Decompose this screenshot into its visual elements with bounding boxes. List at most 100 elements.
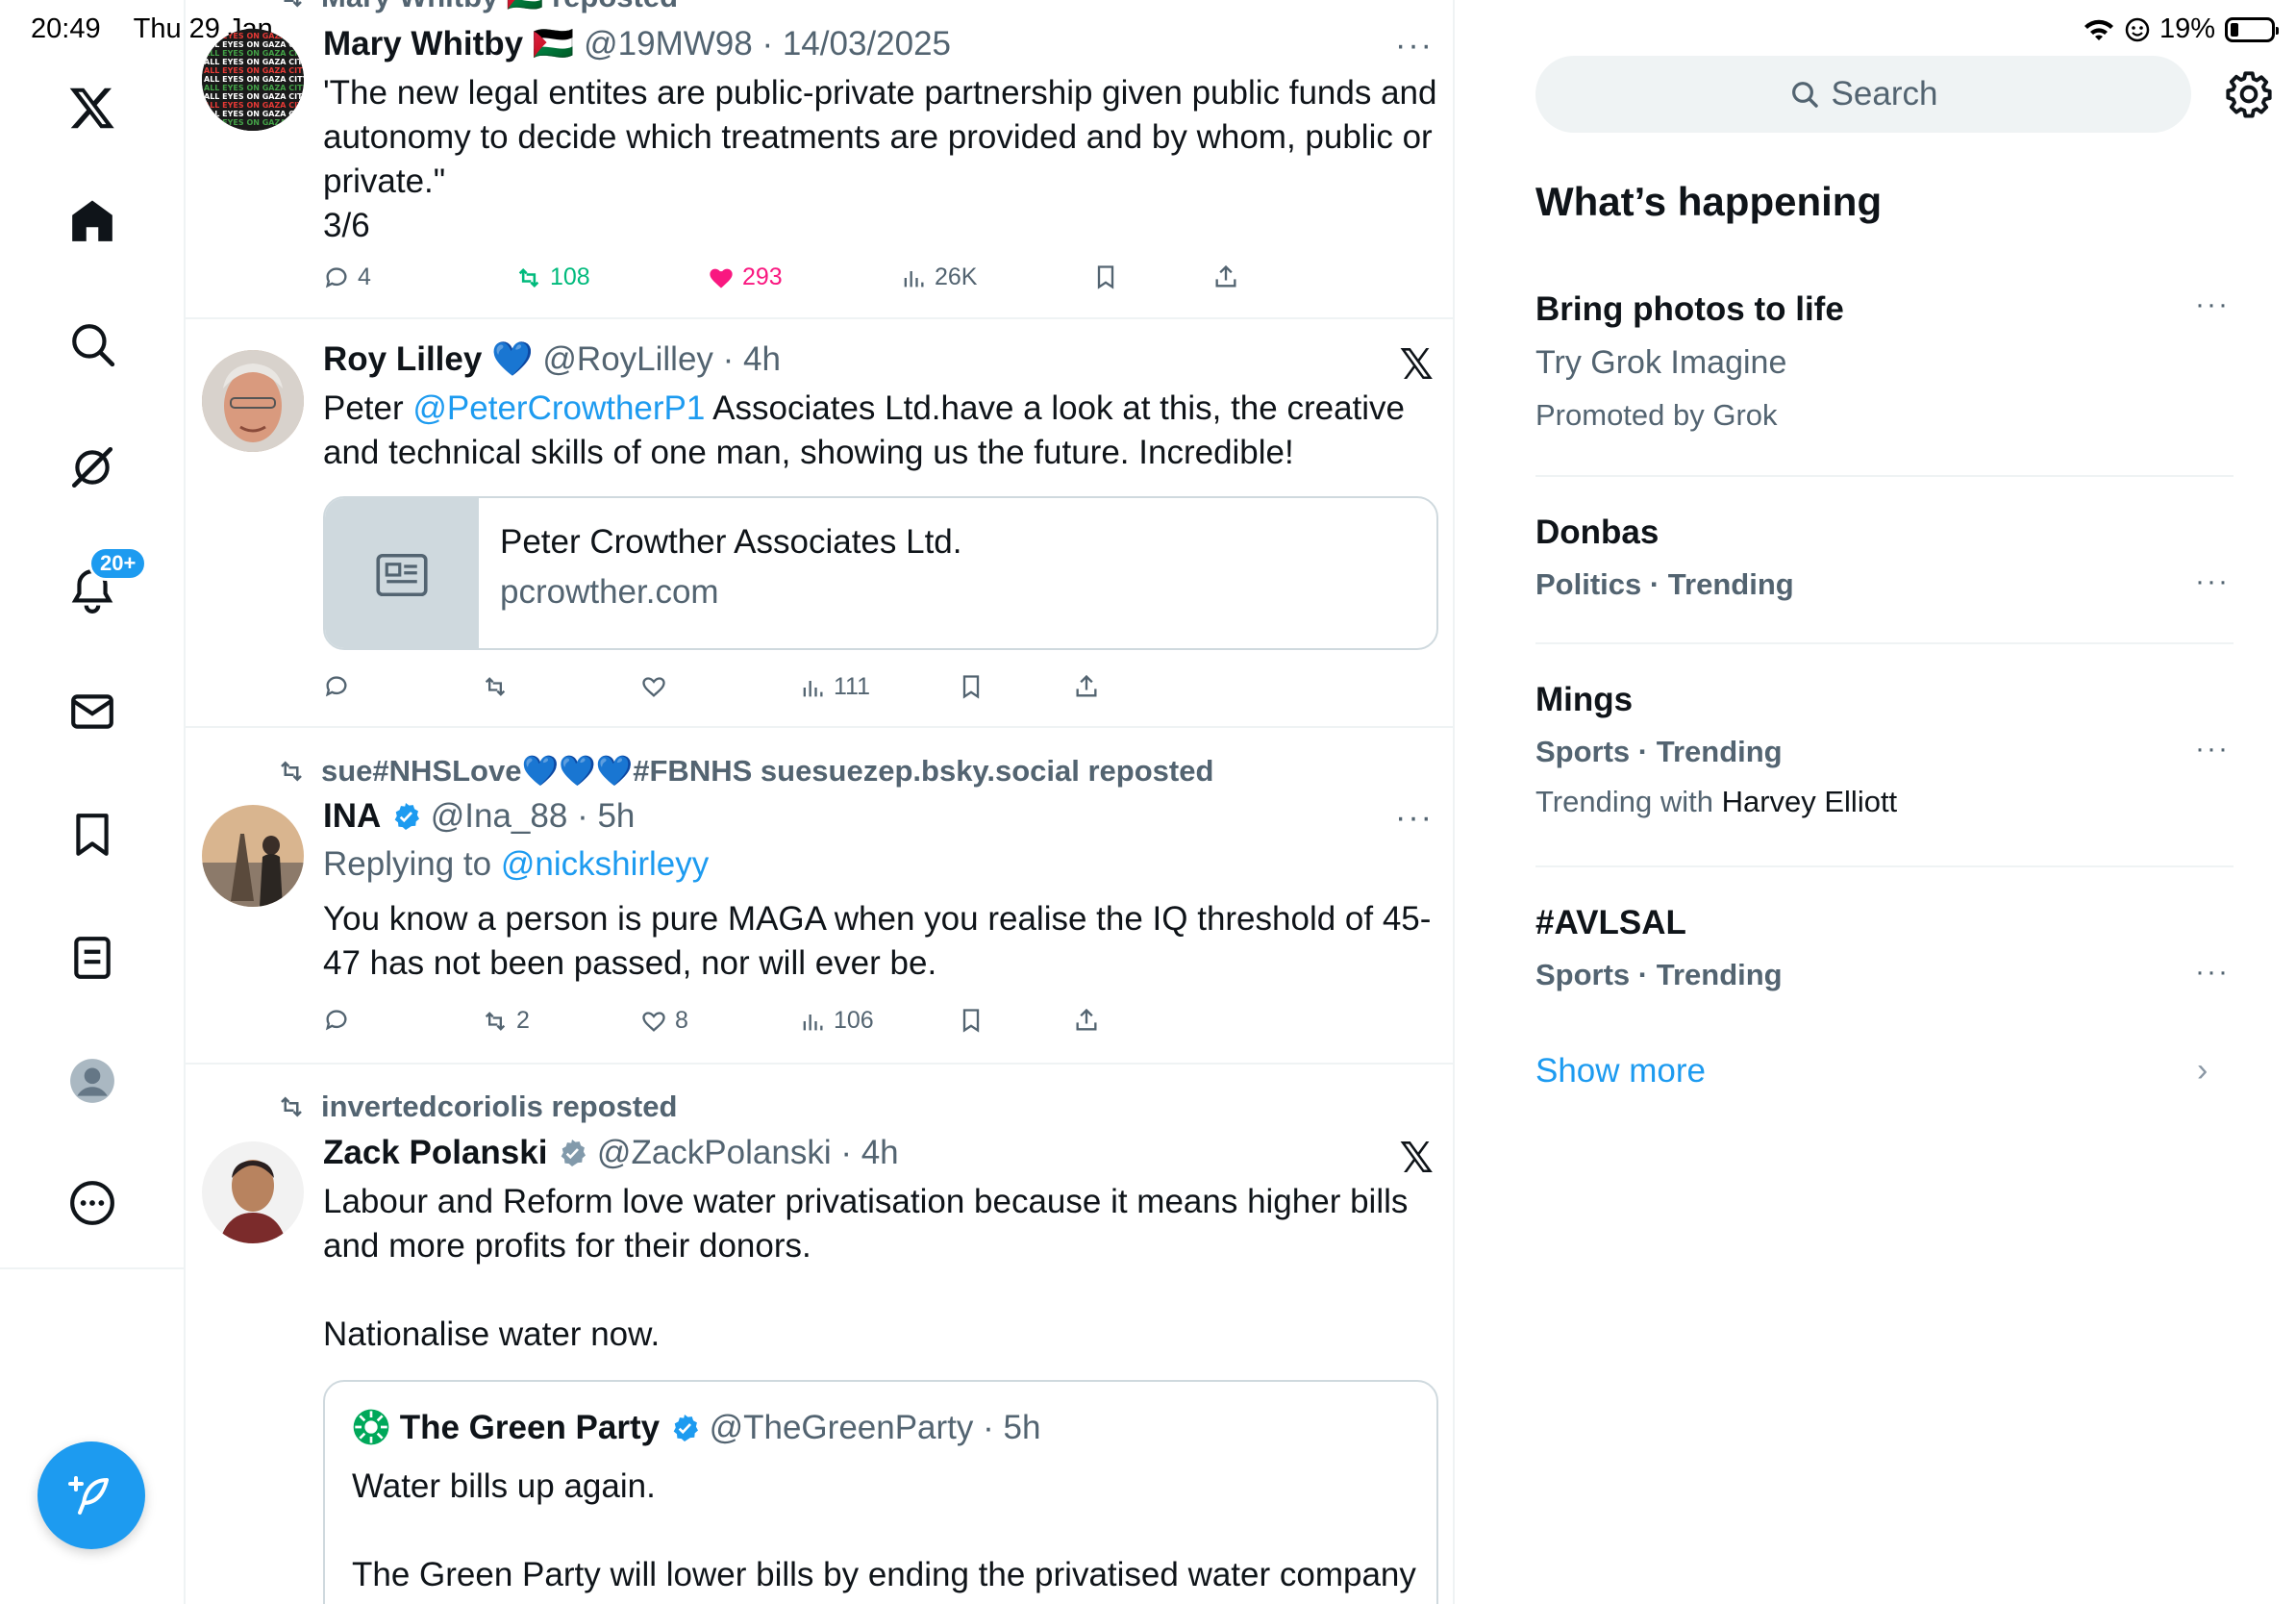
avatar[interactable] — [202, 1141, 304, 1243]
trend-item[interactable]: Bring photos to life Try Grok Imagine Pr… — [1535, 279, 2234, 477]
like-button[interactable] — [640, 673, 667, 700]
tweet-roy-lilley[interactable]: Roy Lilley 💙 @RoyLilley · 4h Peter @Pete… — [186, 319, 1453, 728]
x-logo-icon[interactable] — [54, 69, 131, 146]
author-name[interactable]: Roy Lilley — [323, 340, 482, 378]
repost-icon — [485, 677, 506, 696]
trend-more-button[interactable]: ··· — [2195, 565, 2230, 598]
quoted-tweet[interactable]: The Green Party @TheGreenParty · 5h Wate… — [323, 1380, 1438, 1604]
quoted-author-handle[interactable]: @TheGreenParty — [710, 1409, 974, 1446]
bookmark-button[interactable] — [958, 673, 985, 700]
bookmarks-icon[interactable] — [54, 796, 131, 873]
repost-icon — [281, 1096, 302, 1117]
share-button[interactable] — [1212, 263, 1239, 290]
like-button[interactable]: 293 — [708, 263, 783, 291]
reply-icon — [325, 266, 347, 288]
trend-more-button[interactable]: ··· — [2195, 956, 2230, 989]
bookmark-button[interactable] — [1092, 263, 1119, 290]
tweet-time[interactable]: 4h — [861, 1134, 899, 1171]
grok-icon[interactable] — [54, 429, 131, 506]
tweet-time[interactable]: 14/03/2025 — [783, 25, 951, 63]
messages-envelope-icon[interactable] — [54, 673, 131, 750]
timeline-feed[interactable]: Mary Whitby 🇵🇸 reposted ALL EYES ON GAZA… — [186, 0, 1455, 1604]
settings-gear-icon[interactable] — [2224, 69, 2274, 119]
like-button[interactable]: 8 — [640, 1007, 688, 1035]
trend-item[interactable]: Mings Sports · Trending Trending with Ha… — [1535, 644, 2234, 867]
mention-link[interactable]: @PeterCrowtherP1 — [412, 389, 705, 427]
author-handle[interactable]: @Ina_88 — [431, 797, 568, 835]
notifications-badge: 20+ — [88, 546, 148, 581]
green-party-logo-icon — [353, 1409, 389, 1445]
quoted-author-name[interactable]: The Green Party — [400, 1409, 660, 1446]
article-icon — [325, 498, 479, 648]
repost-button[interactable]: 108 — [515, 263, 590, 291]
trend-more-button[interactable]: ··· — [2195, 288, 2230, 321]
tweet-content: INA @Ina_88 · 5h Replying to @nickshirle… — [323, 795, 1437, 986]
trend-item[interactable]: Donbas Politics · Trending ··· — [1535, 477, 2234, 644]
link-preview-card[interactable]: Peter Crowther Associates Ltd. pcrowther… — [323, 496, 1438, 650]
author-name[interactable]: INA — [323, 797, 381, 835]
more-options-icon[interactable] — [54, 1165, 131, 1241]
profile-avatar-icon[interactable] — [54, 1042, 131, 1119]
tweet-text: You know a person is pure MAGA when you … — [323, 900, 1432, 982]
replying-to-link[interactable]: @nickshirleyy — [501, 845, 709, 883]
avatar-gaza-image: ALL EYES ON GAZA CITY ALL EYES ON GAZA CI… — [202, 29, 304, 131]
share-icon — [1076, 1008, 1097, 1031]
avatar[interactable] — [202, 805, 304, 907]
repost-button[interactable]: 2 — [482, 1007, 530, 1035]
avatar[interactable]: ALL EYES ON GAZA CITY ALL EYES ON GAZA CI… — [202, 29, 304, 131]
tweet-mary-whitby[interactable]: Mary Whitby 🇵🇸 reposted ALL EYES ON GAZA… — [186, 0, 1453, 319]
x-logo-icon: 𝕏 — [1399, 341, 1434, 388]
author-handle[interactable]: @ZackPolanski — [597, 1134, 832, 1171]
trend-item[interactable]: #AVLSAL Sports · Trending ··· — [1535, 867, 2234, 1021]
repost-header: sue#NHSLove💙💙💙#FBNHS suesuezep.bsky.soci… — [277, 753, 1213, 789]
chevron-right-icon[interactable]: › — [2197, 1052, 2208, 1090]
share-button[interactable] — [1073, 1007, 1100, 1034]
author-handle[interactable]: @19MW98 — [584, 25, 753, 63]
heart-icon — [642, 677, 665, 697]
verified-badge-icon — [394, 803, 420, 830]
share-icon — [1076, 674, 1097, 697]
compose-post-button[interactable] — [37, 1441, 145, 1549]
reply-button[interactable] — [323, 673, 350, 700]
repost-button[interactable] — [482, 673, 509, 700]
reply-button[interactable]: 4 — [323, 263, 371, 291]
views-button[interactable]: 111 — [799, 673, 870, 701]
show-more-link[interactable]: Show more — [1535, 1052, 1706, 1090]
search-input[interactable]: Search — [1535, 56, 2191, 133]
views-button[interactable]: 26K — [900, 263, 977, 291]
tweet-ina[interactable]: sue#NHSLove💙💙💙#FBNHS suesuezep.bsky.soci… — [186, 728, 1453, 1065]
notifications-bell-icon[interactable]: 20+ — [54, 546, 148, 629]
views-button[interactable]: 106 — [799, 1007, 874, 1035]
svg-text:ALL EYES ON GAZA CITY: ALL EYES ON GAZA CITY — [204, 101, 304, 110]
avatar[interactable] — [202, 350, 304, 452]
repost-header: Mary Whitby 🇵🇸 reposted — [277, 0, 678, 14]
author-handle[interactable]: @RoyLilley — [542, 340, 713, 378]
reply-button[interactable] — [323, 1007, 350, 1034]
nav-divider — [0, 1267, 186, 1269]
explore-search-icon[interactable] — [54, 306, 131, 383]
author-name[interactable]: Mary Whitby — [323, 25, 523, 63]
tweet-time[interactable]: 4h — [743, 340, 781, 378]
more-options-button[interactable]: ··· — [1395, 27, 1434, 64]
reply-icon — [325, 1010, 347, 1031]
author-name[interactable]: Zack Polanski — [323, 1134, 547, 1171]
home-icon[interactable] — [54, 183, 131, 260]
x-logo-icon: 𝕏 — [1399, 1135, 1434, 1182]
tweet-header: Mary Whitby 🇵🇸 @19MW98 · 14/03/2025 — [323, 25, 952, 63]
lists-icon[interactable] — [54, 919, 131, 996]
bookmark-button[interactable] — [958, 1007, 985, 1034]
quoted-tweet-time[interactable]: 5h — [1004, 1409, 1041, 1446]
trend-name: Mings — [1535, 681, 1634, 718]
tweet-text-thread-count: 3/6 — [323, 207, 370, 244]
repost-icon — [485, 1011, 506, 1031]
tweet-zack-polanski[interactable]: invertedcoriolis reposted Zack Polanski … — [186, 1065, 1453, 1604]
more-options-button[interactable]: ··· — [1395, 799, 1434, 837]
trend-more-button[interactable]: ··· — [2195, 733, 2230, 765]
share-button[interactable] — [1073, 673, 1100, 700]
link-card-domain: pcrowther.com — [500, 573, 719, 611]
trend-name: Donbas — [1535, 514, 1660, 551]
repost-icon — [281, 760, 302, 782]
svg-text:ALL EYES ON GAZA CITY: ALL EYES ON GAZA CITY — [204, 58, 304, 66]
analytics-icon — [904, 270, 924, 287]
tweet-time[interactable]: 5h — [597, 797, 635, 835]
